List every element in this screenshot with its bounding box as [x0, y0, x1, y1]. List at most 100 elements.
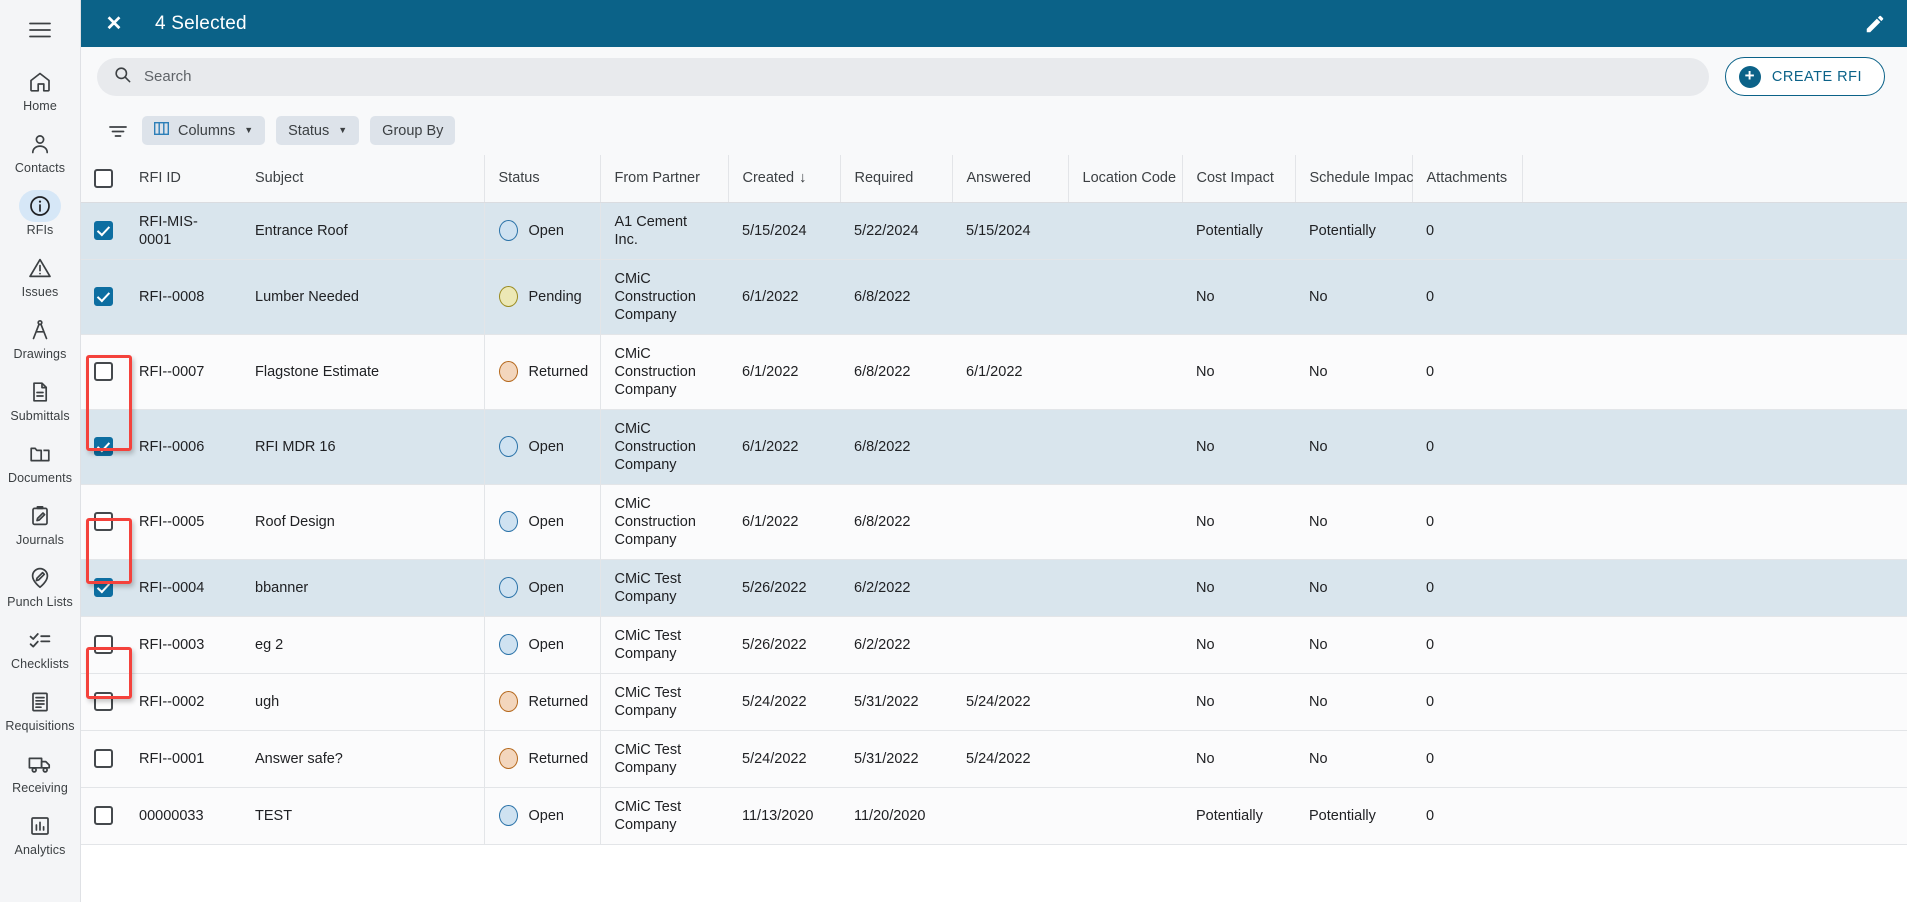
sidebar-item-receiving[interactable]: Receiving: [0, 740, 81, 802]
row-checkbox[interactable]: [93, 287, 113, 306]
col-header-answered[interactable]: Answered: [952, 155, 1069, 203]
close-icon[interactable]: ✕: [101, 11, 127, 37]
status-label: Returned: [528, 750, 589, 767]
sidebar-item-issues[interactable]: Issues: [0, 244, 81, 306]
cell-location-code: [1068, 673, 1182, 731]
row-select-cell[interactable]: [81, 616, 125, 674]
search-input[interactable]: [144, 68, 1693, 85]
col-header-from-partner[interactable]: From Partner: [600, 155, 729, 203]
sidebar-item-punch-lists[interactable]: Punch Lists: [0, 554, 81, 616]
row-checkbox[interactable]: [93, 512, 113, 531]
rfi-table-container[interactable]: RFI ID Subject Status From Partner Creat…: [81, 155, 1907, 902]
cell-cost-impact: No: [1182, 730, 1295, 788]
cell-rfi-id: RFI-MIS-0001: [125, 202, 241, 260]
status-circle-icon: [498, 436, 518, 457]
sidebar-item-submittals[interactable]: Submittals: [0, 368, 81, 430]
table-row[interactable]: RFI--0003 eg 2 Open CMiC Test Company 5/26/2…: [81, 616, 1907, 674]
checklist-icon: [19, 624, 61, 656]
sidebar-item-rfis[interactable]: RFIs: [0, 182, 81, 244]
table-row[interactable]: RFI--0008 Lumber Needed Pending CMiC Constr…: [81, 259, 1907, 335]
row-select-cell[interactable]: [81, 259, 125, 335]
table-row[interactable]: RFI--0001 Answer safe? Returned CMiC Test C…: [81, 730, 1907, 788]
sidebar-item-label: Journals: [15, 532, 65, 547]
row-select-cell[interactable]: [81, 730, 125, 788]
search-box[interactable]: [97, 57, 1709, 96]
col-header-location-code[interactable]: Location Code: [1068, 155, 1183, 203]
col-header-schedule-impact[interactable]: Schedule Impact: [1295, 155, 1418, 203]
row-checkbox[interactable]: [93, 578, 113, 597]
sidebar-item-contacts[interactable]: Contacts: [0, 120, 81, 182]
sidebar-item-drawings[interactable]: Drawings: [0, 306, 81, 368]
row-select-cell[interactable]: [81, 334, 125, 410]
table-row[interactable]: 00000033 TEST Open CMiC Test Company 11/13/2…: [81, 787, 1907, 845]
cell-rfi-id: RFI--0008: [125, 259, 241, 335]
col-header-required[interactable]: Required: [840, 155, 953, 203]
col-header-rfi-id[interactable]: RFI ID: [125, 155, 241, 203]
cell-cost-impact: Potentially: [1182, 202, 1295, 260]
sidebar-item-journals[interactable]: Journals: [0, 492, 81, 554]
col-header-subject[interactable]: Subject: [241, 155, 485, 203]
group-by-chip[interactable]: Group By: [370, 116, 456, 145]
row-select-cell[interactable]: [81, 409, 125, 485]
cell-cost-impact: No: [1182, 334, 1295, 410]
row-select-cell[interactable]: [81, 787, 125, 845]
row-select-cell[interactable]: [81, 202, 125, 260]
sidebar-item-label: Receiving: [12, 780, 68, 795]
cell-required: 6/2/2022: [840, 616, 952, 674]
row-checkbox[interactable]: [93, 806, 113, 825]
row-checkbox[interactable]: [93, 362, 113, 381]
filter-lines-icon[interactable]: [105, 118, 131, 144]
table-row[interactable]: RFI-MIS-0001 Entrance Roof Open A1 Cement I…: [81, 202, 1907, 260]
columns-chip[interactable]: Columns ▼: [142, 116, 266, 145]
cell-required: 6/8/2022: [840, 409, 952, 485]
col-header-status[interactable]: Status: [484, 155, 601, 203]
hamburger-menu-icon[interactable]: [18, 8, 62, 52]
cell-location-code: [1068, 334, 1182, 410]
cell-from-partner: CMiC Test Company: [600, 559, 728, 617]
row-checkbox[interactable]: [93, 749, 113, 768]
sidebar-item-requisitions[interactable]: Requisitions: [0, 678, 81, 740]
sidebar-item-home[interactable]: Home: [0, 58, 81, 120]
cell-schedule-impact: No: [1295, 484, 1412, 560]
col-header-attachments[interactable]: Attachments: [1412, 155, 1523, 203]
cell-subject: TEST: [241, 787, 485, 845]
row-checkbox[interactable]: [93, 635, 113, 654]
cell-cost-impact: No: [1182, 484, 1295, 560]
pencil-icon[interactable]: [1861, 10, 1889, 38]
table-row[interactable]: RFI--0007 Flagstone Estimate Returned CMiC …: [81, 334, 1907, 410]
row-select-cell[interactable]: [81, 673, 125, 731]
row-checkbox[interactable]: [93, 221, 113, 240]
table-row[interactable]: RFI--0006 RFI MDR 16 Open CMiC Construction…: [81, 409, 1907, 485]
status-circle-icon: [498, 577, 518, 598]
cell-answered: 5/24/2022: [952, 673, 1068, 731]
col-header-created[interactable]: Created ↓: [728, 155, 841, 203]
row-checkbox[interactable]: [93, 437, 113, 456]
status-chip[interactable]: Status ▼: [276, 116, 360, 145]
select-all-header[interactable]: [81, 155, 125, 203]
cell-schedule-impact: No: [1295, 409, 1412, 485]
cell-rfi-id: 00000033: [125, 787, 241, 845]
row-select-cell[interactable]: [81, 559, 125, 617]
sidebar-item-documents[interactable]: Documents: [0, 430, 81, 492]
row-select-cell[interactable]: [81, 484, 125, 560]
table-row[interactable]: RFI--0002 ugh Returned CMiC Test Company 5/2…: [81, 673, 1907, 731]
cell-subject: Answer safe?: [241, 730, 485, 788]
create-rfi-button[interactable]: + CREATE RFI: [1724, 57, 1885, 96]
status-label: Pending: [528, 288, 582, 305]
table-row[interactable]: RFI--0005 Roof Design Open CMiC Constructio…: [81, 484, 1907, 560]
table-row[interactable]: RFI--0004 bbanner Open CMiC Test Company 5/2…: [81, 559, 1907, 617]
home-icon: [19, 66, 61, 98]
col-header-cost-impact[interactable]: Cost Impact: [1182, 155, 1296, 203]
cell-created: 6/1/2022: [728, 334, 840, 410]
status-circle-icon: [498, 511, 518, 532]
sidebar-item-checklists[interactable]: Checklists: [0, 616, 81, 678]
cell-cost-impact: No: [1182, 616, 1295, 674]
cell-attachments: 0: [1412, 334, 1522, 410]
row-checkbox[interactable]: [93, 692, 113, 711]
sidebar-item-analytics[interactable]: Analytics: [0, 802, 81, 864]
bar-chart-icon: [19, 810, 61, 842]
cell-created: 11/13/2020: [728, 787, 840, 845]
cell-attachments: 0: [1412, 730, 1522, 788]
select-all-checkbox[interactable]: [93, 168, 113, 188]
cell-created: 5/26/2022: [728, 616, 840, 674]
